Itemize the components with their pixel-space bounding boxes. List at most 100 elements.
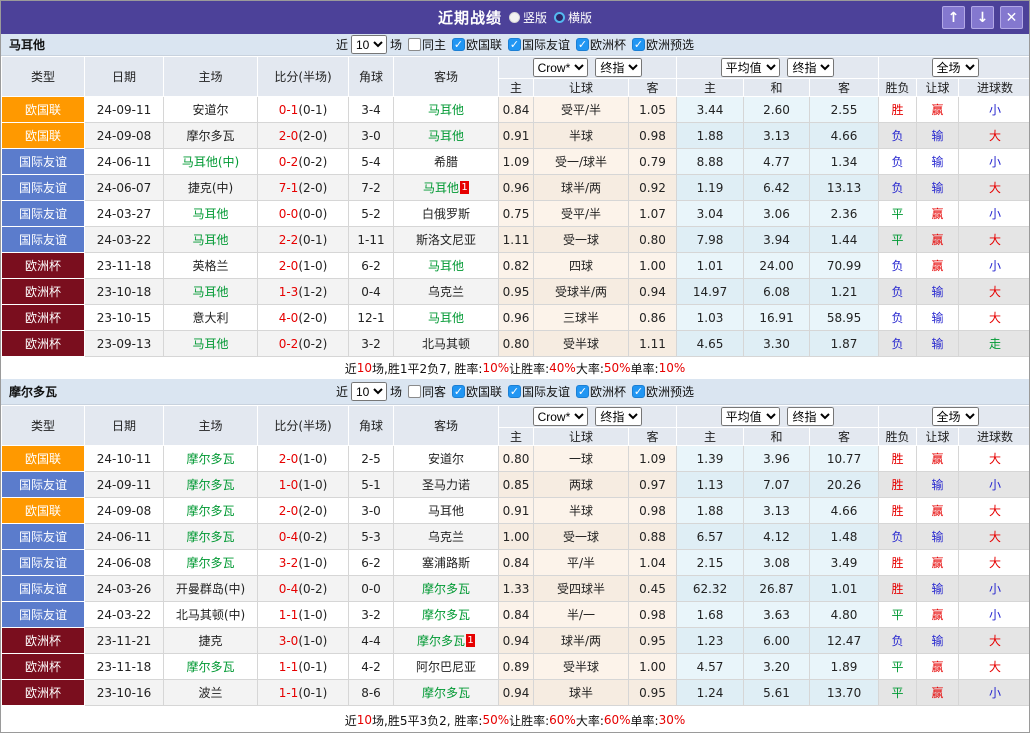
league-checkbox-nations[interactable]: ✓ <box>451 38 465 51</box>
league-label: 国际友谊 <box>522 385 571 399</box>
col-header-handicap-result: 让球 <box>916 78 960 97</box>
summary-segment: 60% <box>603 713 631 727</box>
avg-stage-select[interactable]: 终指 <box>787 407 835 426</box>
scope-select[interactable]: 全场 <box>931 407 979 426</box>
score-cell: 1-1(0-1) <box>257 653 349 680</box>
away-team-name: 乌克兰 <box>427 530 464 544</box>
handicap-line: 平/半 <box>533 549 629 576</box>
league-badge: 欧国联 <box>1 445 85 472</box>
note-badge: 1 <box>466 634 475 647</box>
home-team: 北马其顿(中) <box>163 601 258 628</box>
match-date: 23-09-13 <box>84 330 164 357</box>
away-team: 马耳他 <box>393 304 499 331</box>
fulltime-score: 1-0 <box>278 477 299 492</box>
match-row: 国际友谊 24-06-08 摩尔多瓦 3-2(1-0) 6-2 塞浦路斯 0.84 平/半 1.… <box>1 549 1029 576</box>
odds-stage-select[interactable]: 终指 <box>595 407 643 426</box>
handicap-result: 输 <box>916 523 960 550</box>
avg-draw-odds: 3.94 <box>743 226 811 253</box>
fulltime-score: 0-2 <box>278 154 299 169</box>
wdl-result: 负 <box>878 148 918 175</box>
col-header-score: 比分(半场) <box>257 405 349 446</box>
league-checkbox-friendly[interactable]: ✓ <box>508 385 521 398</box>
league-label: 欧洲预选 <box>646 385 695 399</box>
same-home-checkbox[interactable] <box>407 38 421 51</box>
section-filter-row: 摩尔多瓦 近 10 场 同客 ✓ 欧国联 ✓ 国际友谊 ✓ 欧洲杯 ✓ 欧洲预选 <box>1 379 1029 405</box>
goals-result: 大 <box>958 497 1029 524</box>
result-group-header: 全场 <box>878 405 1029 428</box>
away-team-name: 圣马力诺 <box>421 478 470 492</box>
league-checkbox-euroqual[interactable]: ✓ <box>632 38 646 51</box>
league-badge: 国际友谊 <box>1 523 85 550</box>
away-team: 乌克兰 <box>393 523 499 550</box>
score-cell: 2-0(1-0) <box>257 252 349 279</box>
fulltime-score: 2-0 <box>278 503 299 518</box>
avg-group-header: 平均值 终指 <box>676 405 880 428</box>
match-row: 国际友谊 24-03-22 马耳他 2-2(0-1) 1-11 斯洛文尼亚 1.11 受一球 0… <box>1 226 1029 253</box>
league-badge: 欧国联 <box>1 497 85 524</box>
goals-result: 大 <box>958 122 1029 149</box>
layout-radio-horizontal[interactable]: 横版 <box>554 9 592 26</box>
same-away-checkbox[interactable] <box>407 385 421 398</box>
wdl-result: 负 <box>878 330 918 357</box>
away-team-name: 马耳他 <box>427 129 464 143</box>
match-row: 国际友谊 24-06-11 马耳他(中) 0-2(0-2) 5-4 希腊 1.09 受一/球半… <box>1 148 1029 175</box>
avg-away-odds: 1.89 <box>809 653 880 680</box>
avg-home-odds: 1.01 <box>676 252 745 279</box>
scope-select[interactable]: 全场 <box>931 58 979 77</box>
home-team-name: 摩尔多瓦 <box>186 556 235 570</box>
layout-radio-vertical[interactable]: 竖版 <box>508 9 547 26</box>
corner-count: 1-11 <box>348 226 394 253</box>
handicap-line: 两球 <box>533 471 629 498</box>
col-header-avg-draw: 和 <box>743 78 811 97</box>
home-team-name: 北马其顿(中) <box>175 608 246 622</box>
league-badge: 欧国联 <box>1 96 85 123</box>
goals-result: 大 <box>958 278 1029 305</box>
result-group-header: 全场 <box>878 56 1029 79</box>
score-cell: 1-0(1-0) <box>257 471 349 498</box>
avg-draw-odds: 3.06 <box>743 200 811 227</box>
scroll-down-button[interactable]: ↓ <box>971 6 994 29</box>
check-icon: ✓ <box>633 38 644 51</box>
avg-away-odds: 13.13 <box>809 174 880 201</box>
odds-source-select[interactable]: Crow* <box>532 407 588 426</box>
close-button[interactable]: ✕ <box>1000 6 1023 29</box>
league-checkbox-euroqual[interactable]: ✓ <box>632 385 646 398</box>
away-team-name: 希腊 <box>433 155 458 169</box>
match-date: 24-09-11 <box>84 96 164 123</box>
odds-stage-select[interactable]: 终指 <box>595 58 643 77</box>
goals-result: 大 <box>958 445 1029 472</box>
fulltime-score: 0-1 <box>278 102 299 117</box>
league-label: 欧洲杯 <box>590 385 627 399</box>
section-summary: 近 10 场,胜1平2负7, 胜率: 10% 让胜率: 40% 大率: 50% 单率: 10… <box>1 357 1029 379</box>
corner-count: 5-3 <box>348 523 394 550</box>
handicap-line: 球半 <box>533 679 629 706</box>
col-header-odds-away: 客 <box>627 78 678 97</box>
odds-group-header: Crow* 终指 <box>497 405 678 428</box>
avg-home-odds: 8.88 <box>676 148 745 175</box>
home-team-name: 波兰 <box>198 686 223 700</box>
avg-source-select[interactable]: 平均值 <box>720 58 780 77</box>
match-date: 23-11-18 <box>84 252 164 279</box>
league-checkbox-euro[interactable]: ✓ <box>576 385 590 398</box>
odds-source-select[interactable]: Crow* <box>532 58 588 77</box>
goals-result: 大 <box>958 174 1029 201</box>
odds-away: 0.98 <box>627 497 678 524</box>
league-badge: 欧洲杯 <box>1 252 85 279</box>
avg-stage-select[interactable]: 终指 <box>787 58 835 77</box>
home-team: 开曼群岛(中) <box>163 575 258 602</box>
recent-count-select[interactable]: 10 <box>350 382 387 401</box>
recent-count-select[interactable]: 10 <box>350 35 387 54</box>
col-header-avg-draw: 和 <box>743 427 811 446</box>
odds-away: 1.04 <box>627 549 678 576</box>
avg-away-odds: 12.47 <box>809 627 880 654</box>
away-team: 马耳他 <box>393 122 499 149</box>
match-date: 24-06-08 <box>84 549 164 576</box>
avg-source-select[interactable]: 平均值 <box>720 407 780 426</box>
goals-result: 小 <box>958 471 1029 498</box>
avg-draw-odds: 4.77 <box>743 148 811 175</box>
avg-away-odds: 4.66 <box>809 122 880 149</box>
scroll-up-button[interactable]: ↑ <box>942 6 965 29</box>
league-checkbox-nations[interactable]: ✓ <box>451 385 465 398</box>
league-checkbox-friendly[interactable]: ✓ <box>508 38 521 51</box>
league-checkbox-euro[interactable]: ✓ <box>576 38 590 51</box>
